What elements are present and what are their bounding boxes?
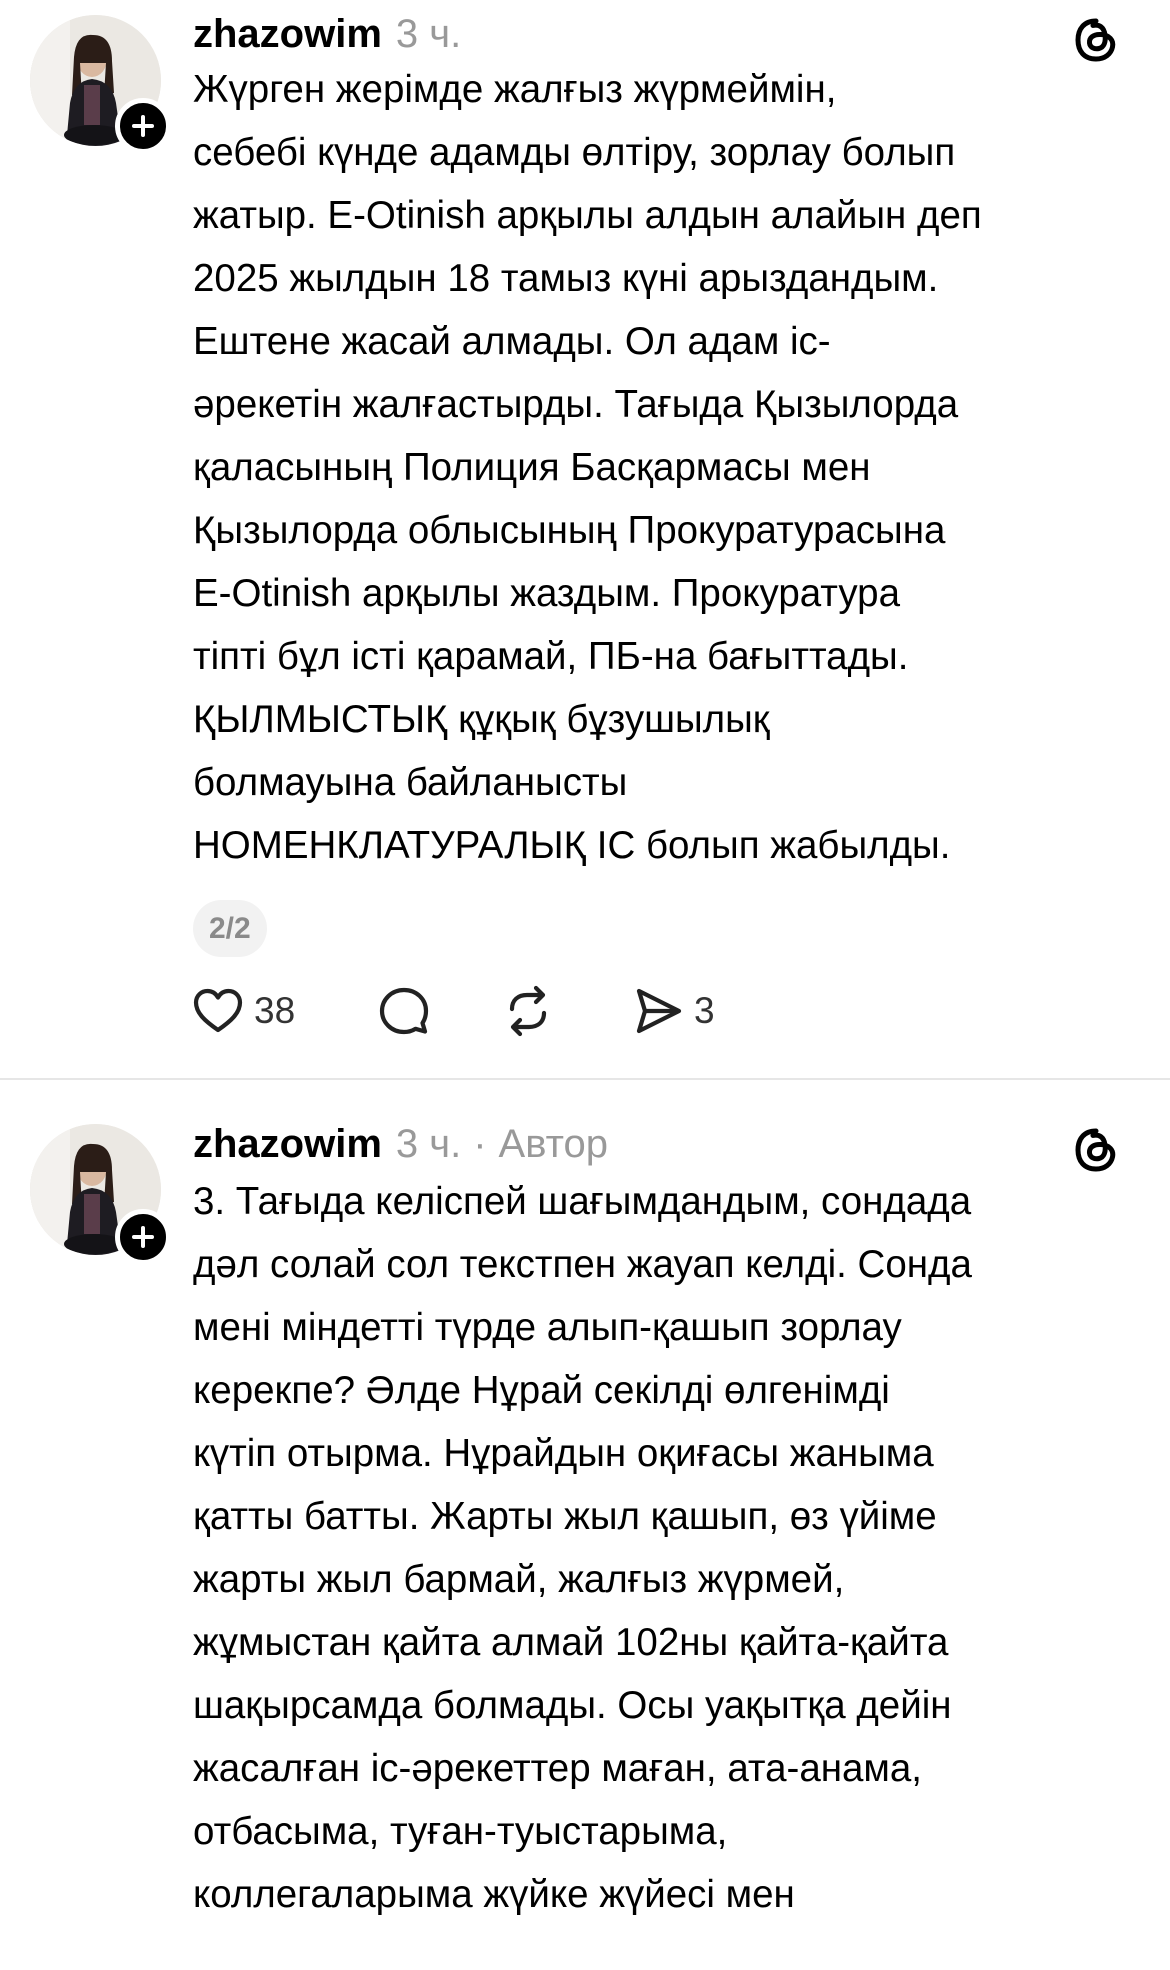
post-divider <box>0 1078 1170 1080</box>
follow-button[interactable] <box>115 1209 171 1265</box>
repost-button[interactable] <box>500 983 556 1039</box>
send-icon <box>636 988 682 1034</box>
post-header: zhazowim 3 ч. · Автор <box>193 1122 608 1172</box>
like-button[interactable]: 38 <box>190 983 295 1039</box>
post-text: Жүрген жерімде жалғыз жүрмеймін, себебі … <box>193 68 982 867</box>
plus-icon <box>132 1226 154 1248</box>
share-count: 3 <box>694 990 715 1031</box>
username[interactable]: zhazowim <box>193 1122 382 1167</box>
repost-icon <box>509 985 547 1037</box>
threads-logo-icon[interactable] <box>1072 16 1120 64</box>
post-actions: 38 3 <box>190 983 890 1039</box>
like-count: 38 <box>254 990 296 1031</box>
follow-button[interactable] <box>115 98 171 154</box>
share-button[interactable]: 3 <box>630 983 715 1039</box>
comment-button[interactable] <box>376 983 432 1039</box>
separator-dot: · <box>473 1122 487 1166</box>
threads-logo-icon[interactable] <box>1072 1126 1120 1174</box>
post-time: 3 ч. <box>395 1122 462 1166</box>
heart-icon <box>193 988 243 1033</box>
plus-icon <box>132 115 154 137</box>
post-text: 3. Тағыда келіспей шағымдандым, сондада … <box>193 1180 972 1916</box>
page-indicator-badge: 2/2 <box>193 900 267 957</box>
thread-post: zhazowim 3 ч. Жүрген жерімде жалғыз жүрм… <box>0 0 1170 1078</box>
comment-bubble-icon <box>379 987 429 1035</box>
author-tag: Автор <box>498 1122 608 1166</box>
post-header: zhazowim 3 ч. <box>193 12 461 62</box>
post-time: 3 ч. <box>395 12 462 56</box>
username[interactable]: zhazowim <box>193 12 382 57</box>
thread-post: zhazowim 3 ч. · Автор 3. Тағыда келіспей… <box>0 1082 1170 1970</box>
